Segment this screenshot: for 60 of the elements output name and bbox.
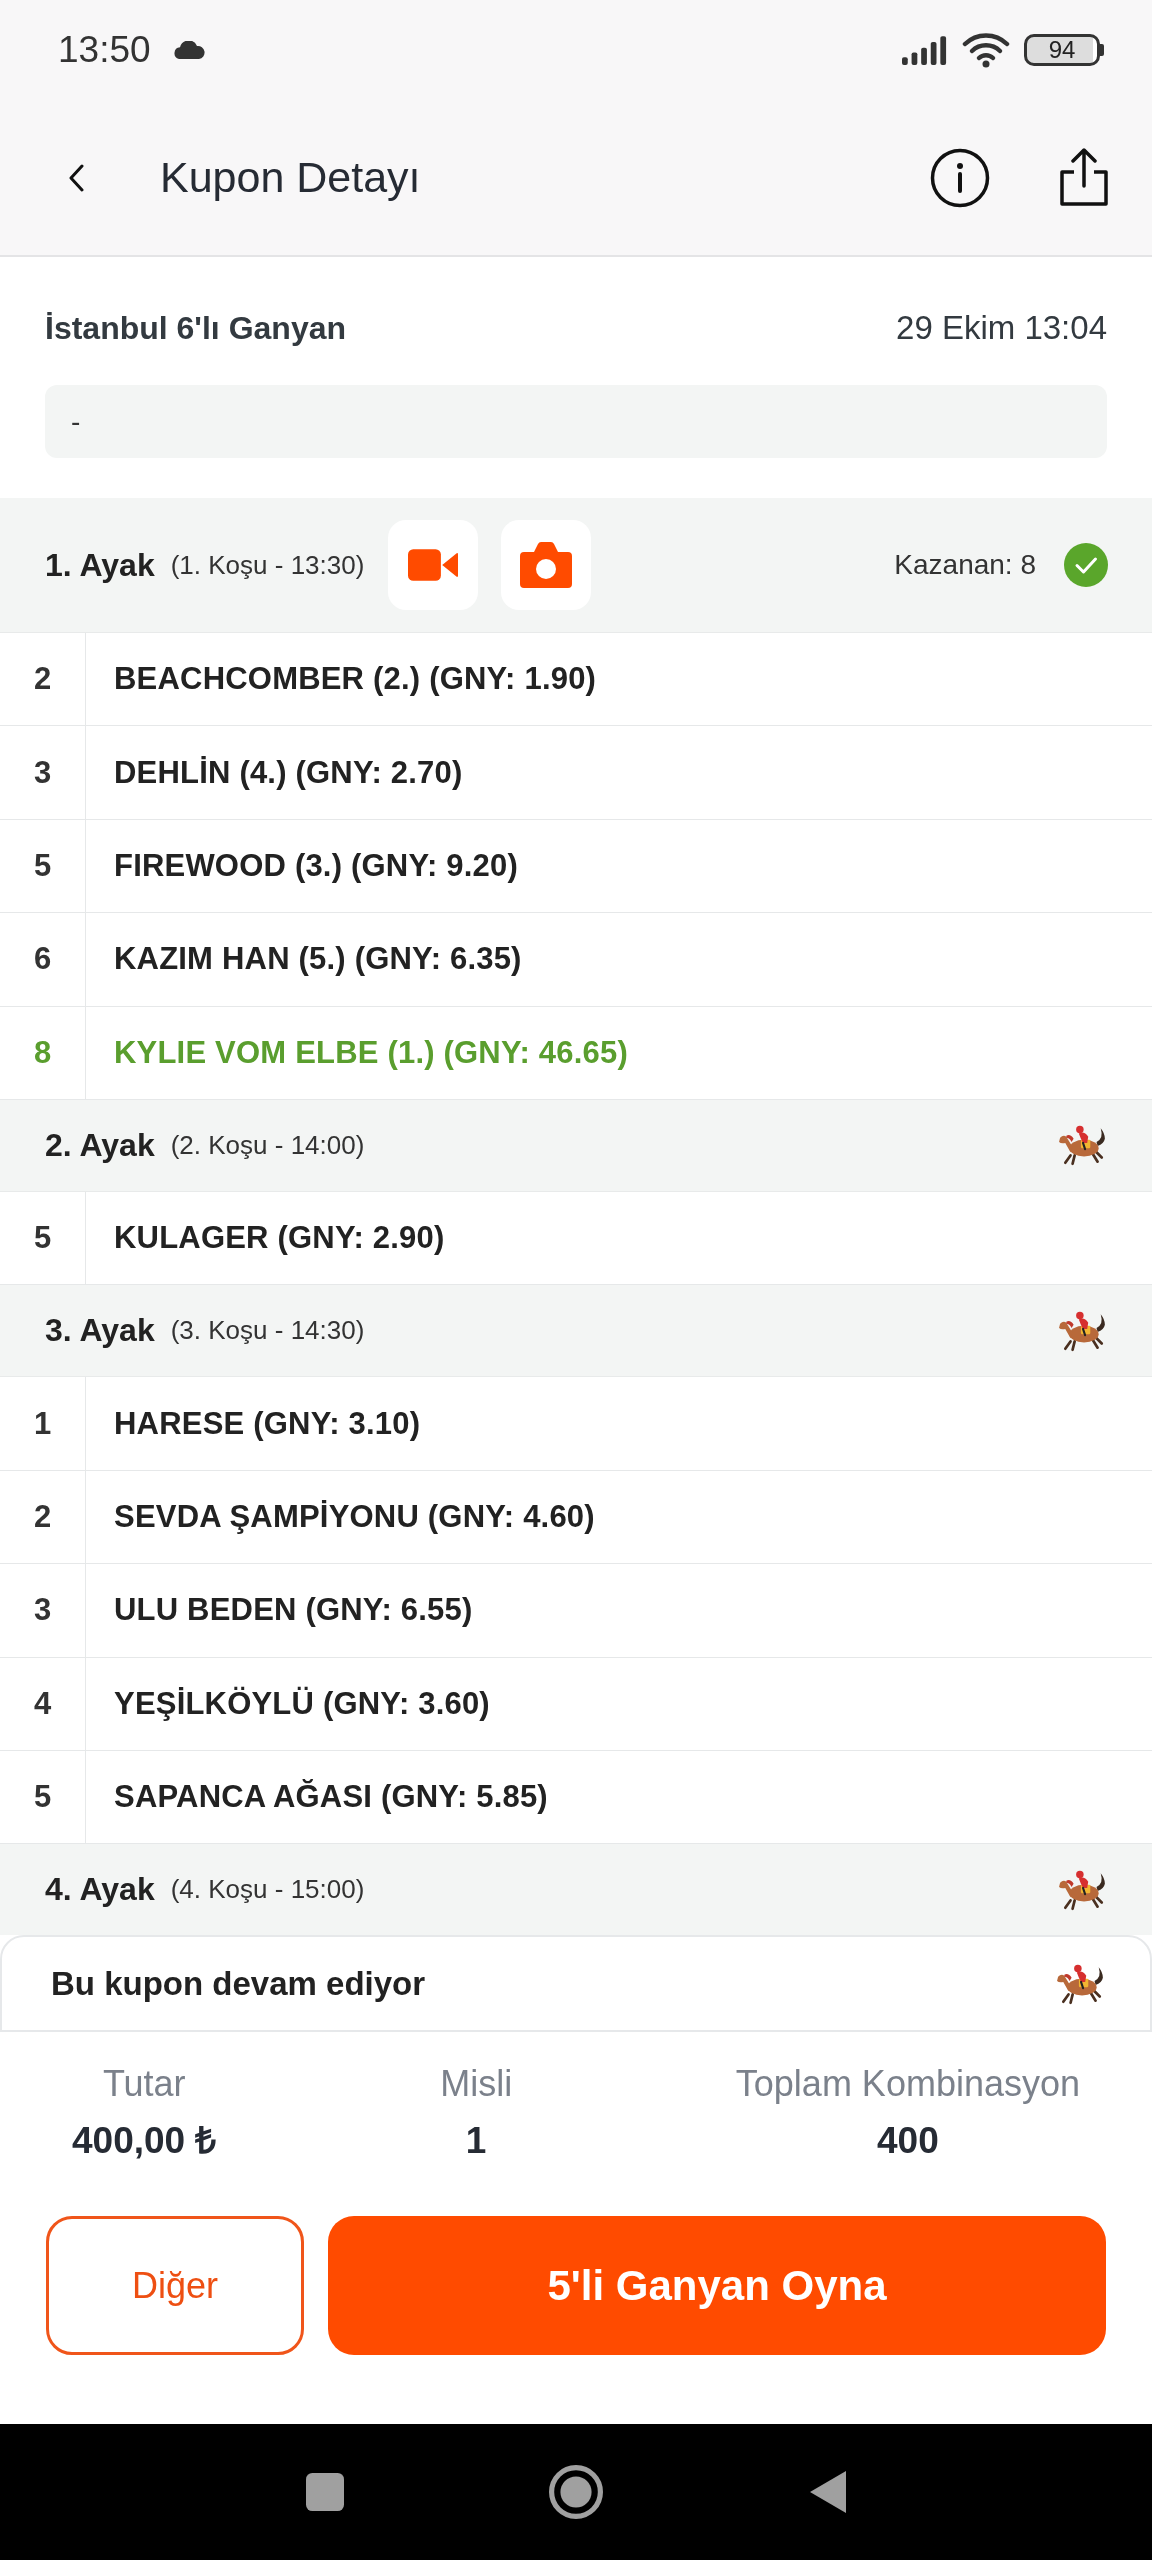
wifi-icon	[962, 32, 1010, 68]
leg-title: 4. Ayak	[45, 1871, 155, 1909]
triangle-back-icon[interactable]	[810, 2471, 846, 2513]
horse-number: 3	[0, 726, 86, 819]
race-info: (3. Koşu - 14:30)	[170, 1315, 365, 1347]
horse-number: 8	[0, 1006, 86, 1099]
horse-name: YEŞİLKÖYLÜ (GNY: 3.60)	[114, 1685, 490, 1722]
signal-icon	[902, 35, 948, 65]
battery-indicator: 94	[1024, 34, 1104, 66]
horse-name: BEACHCOMBER (2.) (GNY: 1.90)	[114, 661, 597, 698]
share-icon[interactable]	[1058, 147, 1110, 208]
other-button[interactable]: Diğer	[46, 2216, 304, 2355]
square-icon[interactable]	[306, 2473, 344, 2511]
horse-number: 5	[0, 1191, 86, 1285]
horse-number: 5	[0, 819, 86, 913]
video-camera-icon	[408, 549, 459, 581]
horse-number: 5	[0, 1750, 86, 1844]
horse-rider-icon	[1056, 1962, 1106, 2005]
horse-number: 2	[0, 633, 86, 726]
horse-name: SAPANCA AĞASI (GNY: 5.85)	[114, 1779, 548, 1816]
coupon-name: İstanbul 6'lı Ganyan	[45, 309, 346, 347]
race-info: (2. Koşu - 14:00)	[170, 1129, 365, 1161]
horse-name: FIREWOOD (3.) (GNY: 9.20)	[114, 847, 518, 884]
summary-value: 1	[465, 2119, 487, 2163]
horse-name: SEVDA ŞAMPİYONU (GNY: 4.60)	[114, 1498, 595, 1535]
horse-name: KAZIM HAN (5.) (GNY: 6.35)	[114, 941, 522, 978]
race-info: (4. Koşu - 15:00)	[170, 1874, 365, 1906]
status-text: Bu kupon devam ediyor	[51, 1964, 426, 2003]
status-time: 13:50	[58, 29, 151, 71]
back-icon[interactable]	[68, 163, 84, 192]
horse-number: 1	[0, 1377, 86, 1470]
horse-name: HARESE (GNY: 3.10)	[114, 1405, 421, 1442]
summary-value: 400	[877, 2119, 939, 2163]
horse-name: KULAGER (GNY: 2.90)	[114, 1220, 445, 1257]
home-circle-icon[interactable]	[549, 2465, 603, 2519]
video-button[interactable]	[388, 520, 479, 610]
leg-title: 1. Ayak	[45, 546, 155, 584]
summary-label: Toplam Kombinasyon	[735, 2062, 1080, 2106]
race-info: (1. Koşu - 13:30)	[170, 549, 365, 581]
cloud-icon	[172, 41, 205, 59]
info-icon[interactable]	[930, 147, 990, 208]
horse-name: ULU BEDEN (GNY: 6.55)	[114, 1592, 473, 1629]
horse-number: 3	[0, 1564, 86, 1657]
horse-number: 4	[0, 1657, 86, 1750]
coupon-date: 29 Ekim 13:04	[896, 309, 1107, 347]
camera-button[interactable]	[501, 520, 592, 610]
horse-name: DEHLİN (4.) (GNY: 2.70)	[114, 754, 463, 791]
summary-label: Tutar	[102, 2062, 186, 2106]
leg-title: 2. Ayak	[45, 1126, 155, 1164]
play-button[interactable]: 5'li Ganyan Oyna	[328, 2216, 1106, 2355]
winner-label: Kazanan: 8	[894, 549, 1036, 581]
horse-number: 2	[0, 1470, 86, 1564]
note-field: -	[45, 385, 1107, 458]
camera-icon	[520, 542, 573, 588]
horse-name: KYLIE VOM ELBE (1.) (GNY: 46.65)	[114, 1034, 628, 1071]
leg-title: 3. Ayak	[45, 1312, 155, 1350]
summary-label: Misli	[440, 2062, 513, 2106]
horse-number: 6	[0, 913, 86, 1006]
summary-value: 400,00 ₺	[72, 2119, 217, 2163]
page-title: Kupon Detayı	[160, 153, 421, 202]
